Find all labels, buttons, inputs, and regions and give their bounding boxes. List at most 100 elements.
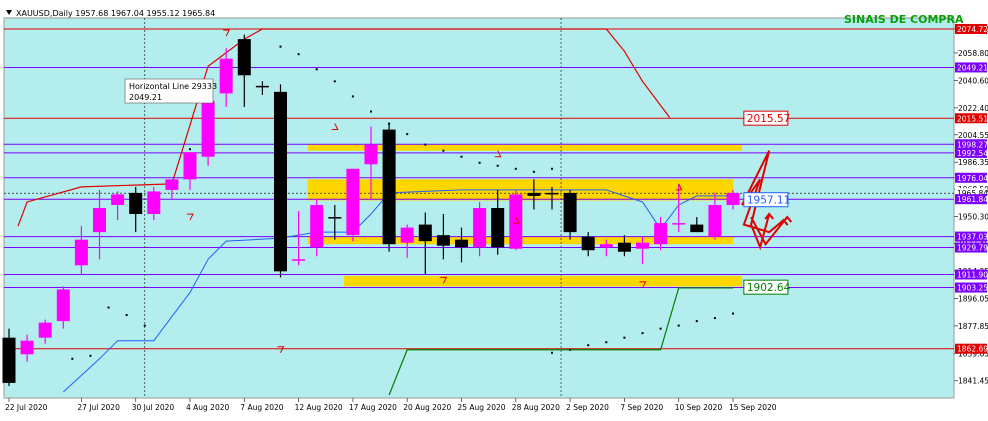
psar-dot-15 bbox=[551, 167, 553, 170]
price-tag-text-11: 1903.25 bbox=[957, 284, 988, 293]
candle-body-27 bbox=[491, 208, 505, 248]
x-tick-label-11: 7 Sep 2020 bbox=[620, 403, 663, 412]
candle-body-21 bbox=[382, 129, 396, 245]
price-tag-text-7: 1961.84 bbox=[957, 195, 988, 204]
candle-body-0 bbox=[2, 337, 16, 383]
candle-body-38 bbox=[690, 224, 704, 233]
candle-body-20 bbox=[364, 144, 378, 165]
candle-body-22 bbox=[400, 227, 414, 243]
x-tick-label-9: 28 Aug 2020 bbox=[512, 403, 560, 412]
candle-body-15 bbox=[274, 91, 287, 272]
psar-dot-26 bbox=[623, 336, 626, 339]
x-tick-label-3: 4 Aug 2020 bbox=[186, 403, 229, 412]
psar-dot-10 bbox=[460, 155, 463, 158]
x-tick-label-4: 7 Aug 2020 bbox=[240, 403, 283, 412]
price-tag-text-9: 1929.79 bbox=[957, 244, 988, 253]
x-tick-label-0: 22 Jul 2020 bbox=[5, 403, 48, 412]
y-tick-label-13: 1841.45 bbox=[958, 377, 988, 386]
psar-dot-1 bbox=[297, 53, 300, 56]
candle-body-18 bbox=[328, 217, 342, 219]
candle-body-13 bbox=[237, 39, 251, 76]
price-box-text-1: 1957.11 bbox=[747, 195, 790, 207]
tooltip: Horizontal Line 29333 2049.21 bbox=[124, 78, 217, 104]
zone-band-3 bbox=[343, 275, 743, 287]
price-tag-text-2: 2015.51 bbox=[957, 114, 988, 123]
y-tick-label-7: 1950.30 bbox=[958, 213, 988, 222]
price-box-0: 2015.57 bbox=[743, 110, 790, 126]
price-tag-2: 2015.51 bbox=[955, 113, 988, 124]
price-tag-5: 1976.04 bbox=[955, 172, 988, 183]
x-tick-label-5: 12 Aug 2020 bbox=[295, 403, 343, 412]
price-tag-text-4: 1992.54 bbox=[957, 149, 988, 158]
psar-dot-9 bbox=[442, 149, 445, 152]
candle-body-26 bbox=[473, 208, 487, 248]
candle-body-37 bbox=[672, 223, 686, 225]
symbol-info: XAUUSD,Daily 1957.68 1967.04 1955.12 196… bbox=[16, 9, 215, 18]
chart-root: 2015.57 1957.11 1902.64 2074.72 2058.80 2040… bbox=[0, 0, 988, 417]
y-tick-label-4: 2004.55 bbox=[958, 131, 988, 140]
candle-body-16 bbox=[292, 259, 306, 261]
candle-21 bbox=[382, 123, 396, 252]
psar-dot-14 bbox=[532, 170, 535, 173]
candle-body-2 bbox=[38, 322, 52, 338]
price-tag-12: 1862.69 bbox=[955, 343, 988, 354]
candle-body-4 bbox=[74, 239, 88, 266]
psar-dot-2 bbox=[315, 68, 318, 71]
candle-body-29 bbox=[527, 192, 541, 196]
candle-11 bbox=[201, 96, 215, 166]
psar-dot-19 bbox=[107, 306, 110, 309]
candle-28 bbox=[509, 189, 523, 251]
candle-body-36 bbox=[654, 223, 668, 245]
x-tick-label-8: 25 Aug 2020 bbox=[458, 403, 506, 412]
candle-body-10 bbox=[183, 152, 197, 180]
candle-body-23 bbox=[418, 224, 432, 242]
tooltip-value: 2049.21 bbox=[129, 93, 162, 102]
x-tick-label-10: 2 Sep 2020 bbox=[566, 403, 609, 412]
candle-body-33 bbox=[599, 244, 613, 248]
x-tick-label-6: 17 Aug 2020 bbox=[349, 403, 397, 412]
price-chart[interactable]: 2015.57 1957.11 1902.64 2074.72 2058.80 2040… bbox=[0, 0, 988, 417]
psar-dot-28 bbox=[659, 327, 662, 330]
price-tag-text-1: 2049.21 bbox=[957, 63, 988, 72]
price-tag-text-10: 1911.90 bbox=[957, 271, 988, 280]
candle-body-6 bbox=[111, 194, 125, 205]
candle-body-28 bbox=[509, 194, 523, 249]
candle-body-25 bbox=[455, 239, 468, 248]
psar-dot-0 bbox=[279, 45, 282, 48]
candle-body-32 bbox=[581, 236, 595, 251]
price-tag-11: 1903.25 bbox=[955, 282, 988, 293]
x-tick-label-13: 15 Sep 2020 bbox=[729, 403, 777, 412]
psar-dot-3 bbox=[333, 80, 336, 83]
candle-body-11 bbox=[201, 100, 215, 157]
psar-dot-17 bbox=[143, 324, 146, 327]
candle-body-39 bbox=[708, 204, 722, 237]
candle-body-12 bbox=[219, 58, 233, 94]
candle-body-7 bbox=[129, 192, 143, 215]
psar-dot-21 bbox=[71, 357, 74, 360]
psar-dot-32 bbox=[732, 312, 734, 315]
candle-body-34 bbox=[617, 242, 631, 252]
psar-dot-4 bbox=[351, 95, 354, 98]
price-tag-10: 1911.90 bbox=[955, 269, 988, 280]
candle-body-14 bbox=[255, 85, 269, 88]
price-tag-3: 1998.27 bbox=[955, 139, 988, 150]
candle-body-5 bbox=[93, 208, 106, 233]
x-tick-label-7: 20 Aug 2020 bbox=[403, 403, 451, 412]
psar-dot-20 bbox=[89, 354, 92, 357]
price-box-text-2: 1902.64 bbox=[747, 282, 791, 294]
y-tick-label-10: 1896.05 bbox=[958, 294, 988, 303]
psar-dot-23 bbox=[569, 348, 572, 351]
y-tick-label-5: 1986.35 bbox=[958, 158, 988, 167]
price-tag-text-12: 1862.69 bbox=[957, 345, 988, 354]
psar-dot-12 bbox=[496, 164, 499, 167]
price-tag-1: 2049.21 bbox=[955, 62, 988, 73]
psar-dot-13 bbox=[514, 167, 517, 170]
psar-dot-16 bbox=[189, 148, 191, 151]
psar-dot-11 bbox=[478, 161, 481, 164]
price-tag-text-8: 1937.03 bbox=[957, 233, 988, 242]
symbol-triangle-icon bbox=[6, 10, 12, 15]
psar-dot-7 bbox=[406, 133, 409, 136]
y-tick-label-3: 2022.40 bbox=[958, 104, 988, 113]
y-tick-label-11: 1877.85 bbox=[958, 322, 988, 331]
psar-dot-31 bbox=[713, 317, 716, 320]
